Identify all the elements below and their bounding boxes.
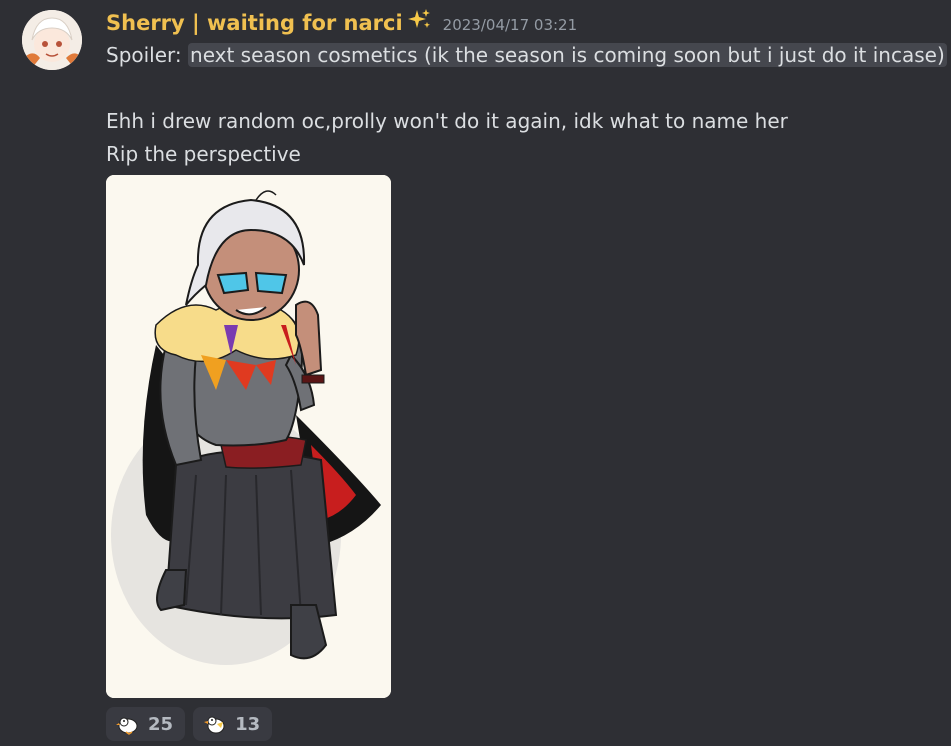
message-line-2: Ehh i drew random oc,prolly won't do it …: [106, 109, 788, 133]
reactions-bar: 25 13: [106, 707, 273, 741]
username[interactable]: Sherry | waiting for narci: [106, 11, 403, 35]
chat-message: Sherry | waiting for narci 2023/04/17 03…: [0, 0, 951, 746]
sparkles-icon: [407, 9, 430, 28]
reaction-button[interactable]: 25: [106, 707, 186, 741]
user-avatar[interactable]: [22, 10, 82, 70]
duck-emoji-icon: [116, 717, 138, 735]
oc-illustration: [106, 175, 391, 698]
message-header: Sherry | waiting for narci 2023/04/17 03…: [106, 8, 577, 36]
reaction-count: 13: [235, 713, 261, 735]
spoiler-prefix: Spoiler:: [106, 43, 189, 67]
image-attachment[interactable]: [106, 175, 391, 698]
message-timestamp[interactable]: 2023/04/17 03:21: [443, 16, 577, 34]
reaction-count: 25: [148, 713, 174, 735]
duck-emoji-icon: [204, 716, 225, 734]
reaction-button[interactable]: 13: [193, 707, 273, 741]
message-line-spoiler: Spoiler: next season cosmetics (ik the s…: [106, 41, 947, 69]
message-line-3: Rip the perspective: [106, 142, 301, 166]
spoiler-text[interactable]: next season cosmetics (ik the season is …: [188, 43, 947, 67]
avatar-image: [22, 10, 82, 70]
